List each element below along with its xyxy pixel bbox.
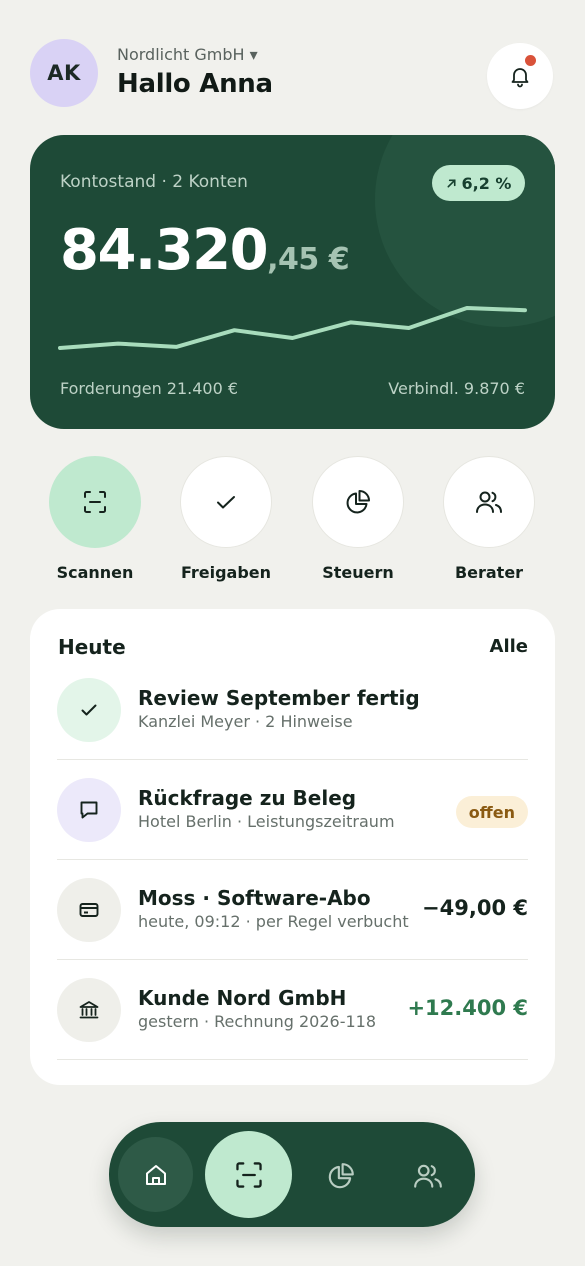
list-item[interactable]: Moss · Software-Abo heute, 09:12 · per R… <box>30 860 555 960</box>
bank-icon <box>79 1001 99 1019</box>
company-switcher[interactable]: Nordlicht GmbH ▾ <box>117 45 258 64</box>
balance-card[interactable]: Kontostand · 2 Konten 6,2 % 84.320,45 € … <box>30 135 555 429</box>
quick-action-label: Steuern <box>322 563 394 582</box>
list-item[interactable]: Rückfrage zu Beleg Hotel Berlin · Leistu… <box>30 760 555 860</box>
nav-scan[interactable] <box>205 1131 292 1218</box>
row-icon-bg <box>57 678 121 742</box>
message-icon <box>80 801 98 819</box>
check-icon <box>217 496 235 509</box>
row-icon-bg <box>57 978 121 1042</box>
item-title: Kunde Nord GmbH <box>138 986 347 1010</box>
status-badge: offen <box>455 796 528 828</box>
approvals-button[interactable] <box>180 456 272 548</box>
item-subtitle: Hotel Berlin · Leistungszeitraum <box>138 812 395 831</box>
card-icon <box>79 903 99 917</box>
scan-icon <box>84 491 106 513</box>
list-item[interactable]: Review September fertig Kanzlei Meyer · … <box>30 660 555 760</box>
item-amount: +12.400 € <box>407 996 528 1020</box>
scan-icon <box>235 1161 262 1188</box>
receivables: Forderungen 21.400 € <box>60 379 239 398</box>
row-icon-bg <box>57 778 121 842</box>
quick-action-label: Freigaben <box>180 563 272 582</box>
quick-action-approvals[interactable] <box>180 456 272 548</box>
item-amount: −49,00 € <box>422 896 528 920</box>
greeting: Hallo Anna <box>117 69 273 99</box>
bell-icon <box>511 68 529 88</box>
item-subtitle: heute, 09:12 · per Regel verbucht <box>138 912 409 931</box>
nav-advisor[interactable] <box>396 1144 460 1208</box>
quick-action-label: Scannen <box>56 563 134 582</box>
quick-action-advisor[interactable] <box>443 456 535 548</box>
sparkline-line <box>58 306 527 350</box>
item-subtitle: Kanzlei Meyer · 2 Hinweise <box>138 712 353 731</box>
item-subtitle: gestern · Rechnung 2026-118 <box>138 1012 377 1031</box>
pie-chart-icon <box>346 490 370 514</box>
advisor-button[interactable] <box>443 456 535 548</box>
check-icon <box>81 704 97 716</box>
users-icon <box>414 1164 442 1188</box>
nav-taxes[interactable] <box>309 1144 373 1208</box>
quick-action-scan[interactable] <box>49 456 141 548</box>
scan-button[interactable] <box>49 456 141 548</box>
divider <box>57 1059 528 1060</box>
home-icon <box>145 1164 166 1185</box>
taxes-button[interactable] <box>312 456 404 548</box>
item-title: Review September fertig <box>138 686 420 710</box>
see-all-link[interactable]: Alle <box>490 636 528 657</box>
today-title: Heute <box>58 635 126 659</box>
avatar[interactable]: AK <box>30 39 98 107</box>
nav-home[interactable] <box>118 1137 193 1212</box>
quick-action-label: Berater <box>454 563 524 582</box>
notification-dot <box>525 55 536 66</box>
item-title: Moss · Software-Abo <box>138 886 371 910</box>
bottom-nav <box>109 1122 475 1227</box>
item-title: Rückfrage zu Beleg <box>138 786 357 810</box>
pie-chart-icon <box>328 1163 354 1189</box>
payables: Verbindl. 9.870 € <box>388 379 525 398</box>
notifications-button[interactable] <box>487 43 553 109</box>
row-icon-bg <box>57 878 121 942</box>
today-panel: Heute Alle Review September fertig Kanzl… <box>30 609 555 1085</box>
list-item[interactable]: Kunde Nord GmbH gestern · Rechnung 2026-… <box>30 960 555 1060</box>
quick-action-taxes[interactable] <box>312 456 404 548</box>
users-icon <box>476 491 502 513</box>
